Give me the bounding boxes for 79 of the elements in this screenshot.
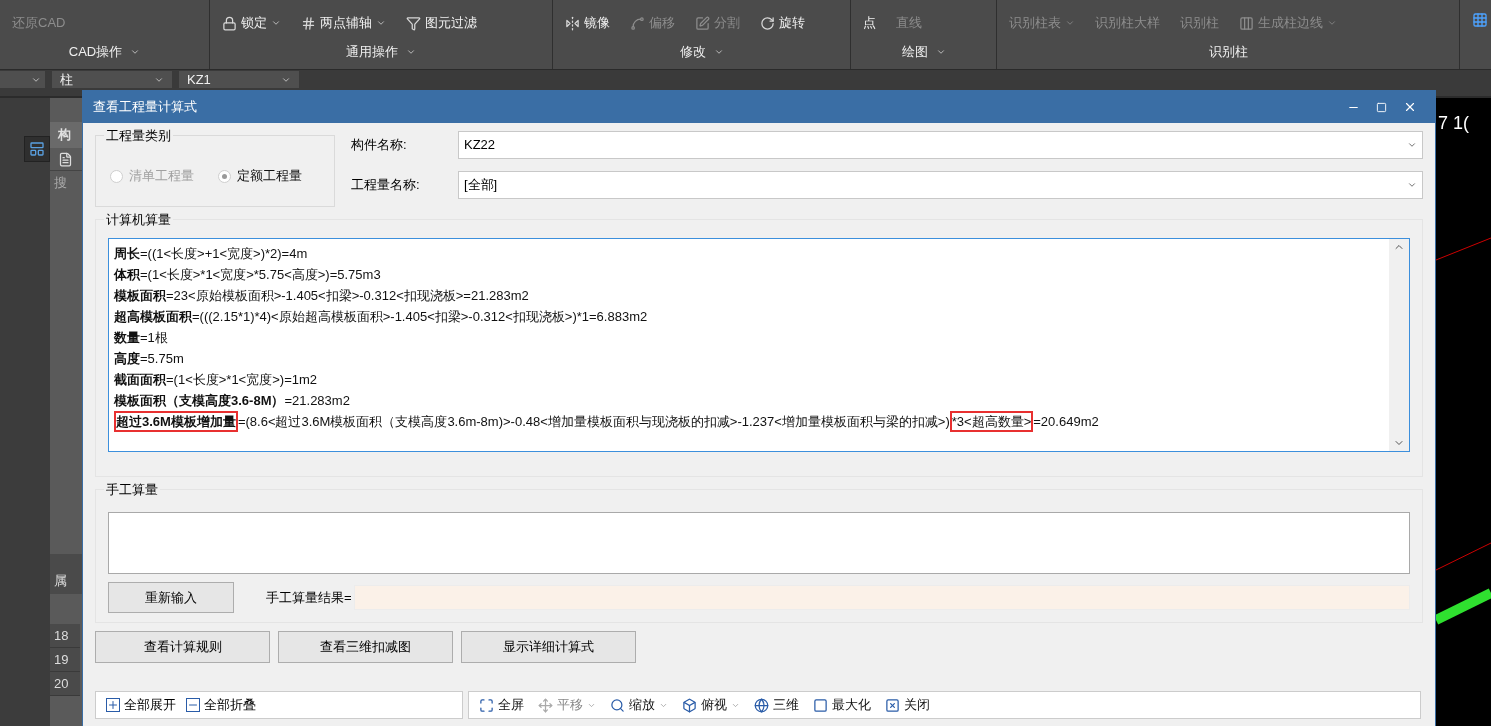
caret-icon [1407,140,1417,150]
ribbon-group-label[interactable]: CAD操作 [68,41,141,62]
view-tool-button[interactable]: 缩放 [610,695,668,715]
row-number: 19 [50,648,80,672]
window-icon [29,141,45,157]
ribbon-button[interactable]: 图元过滤 [406,13,477,33]
formula-line: 体积=(1<长度>*1<宽度>*5.75<高度>)=5.75m3 [114,265,382,284]
row-number: 18 [50,624,80,648]
view-tool-button[interactable]: 三维 [754,695,799,715]
select-field[interactable]: KZ22 [458,131,1423,159]
scrollbar[interactable] [1389,239,1409,451]
ribbon-group-label[interactable]: 修改 [679,41,724,62]
formula-line: 周长=((1<长度>+1<宽度>)*2)=4m [114,244,309,263]
caret-icon [271,18,281,28]
tool-icon [695,15,710,31]
view-tool-button[interactable]: 最大化 [813,695,871,715]
tool-icon [406,15,421,31]
row-number: 20 [50,672,80,696]
field-label: 构件名称: [351,136,408,155]
ribbon-group-label[interactable]: 绘图 [901,41,946,62]
caret-icon [376,18,386,28]
field-label: 工程量名称: [351,176,421,195]
panel-button[interactable] [24,136,50,162]
ribbon-button[interactable]: 锁定 [222,13,281,33]
grid-icon[interactable] [1472,12,1488,28]
tool-icon [1239,15,1254,31]
close-icon[interactable] [1403,100,1417,114]
collapse-icon [186,698,200,712]
tool-icon [760,15,775,31]
panel-header: 属 [50,554,82,594]
ribbon-group-label[interactable]: 通用操作 [346,41,416,62]
maximize-icon[interactable] [1376,101,1387,113]
tool-icon [682,697,697,713]
tool-icon [301,15,316,31]
canvas-label: 7 1( [1438,112,1470,135]
action-button[interactable]: 查看三维扣减图 [278,631,453,663]
window-title: 查看工程量计算式 [93,98,198,117]
ribbon-group-label[interactable]: 识别柱 [1208,41,1248,62]
caret-icon [1327,18,1337,28]
radio-button[interactable] [218,169,231,183]
field-label: 手工算量结果= [266,588,352,607]
document-icon [58,151,73,167]
dropdown[interactable]: 柱 [52,71,172,88]
ribbon-button[interactable]: 旋转 [760,13,805,33]
caret-icon [1407,180,1417,190]
view-tool-button[interactable]: 全屏 [479,695,524,715]
formula-line: 超高模板面积=(((2.15*1)*4)<原始超高模板面积>-1.405<扣梁>-0.312<扣现浇板>)*1=6.883m2 [114,307,649,326]
tree-tool-button[interactable]: 全部折叠 [186,695,256,715]
tool-icon [565,15,580,31]
view-tool-button[interactable]: 俯视 [682,695,740,715]
view-tool-button[interactable]: 关闭 [885,695,930,715]
caret-icon [1065,18,1075,28]
tool-icon [885,697,900,713]
radio-option[interactable]: 定额工程量 [218,166,302,186]
expand-icon [106,698,120,712]
formula-line: 截面面积=(1<长度>*1<宽度>)=1m2 [114,370,319,389]
ribbon-button[interactable]: 两点辅轴 [301,13,386,33]
formula-line: 模板面积=23<原始模板面积>-1.405<扣梁>-0.312<扣现浇板>=21.283m2 [114,286,530,305]
tool-icon [538,697,553,713]
formula-line: 超过3.6M模板增加量=(8.6<超过3.6M模板面积（支模高度3.6m-8m)>-0.48<增加量模板面积与现浇板的扣减>-1.237<增加量模板面积与梁的扣减>)*3<超高数量>=20.649m2 [114,411,1389,432]
formula-line: 数量=1根 [114,328,169,347]
tool-icon [813,697,828,713]
reset-button[interactable]: 重新输入 [108,582,234,613]
tool-icon [754,697,769,713]
select-field[interactable]: [全部] [458,171,1423,199]
manual-text-area[interactable] [108,512,1410,574]
tool-icon [479,697,494,713]
tool-icon [610,697,625,713]
ribbon-button[interactable]: 镜像 [565,13,610,33]
formula-line: 高度=5.75m [114,349,185,368]
ribbon-button[interactable]: 点 [863,13,876,33]
tree-tool-button[interactable]: 全部展开 [106,695,176,715]
panel-tab[interactable]: 构 [50,122,82,148]
action-button[interactable]: 查看计算规则 [95,631,270,663]
tool-icon [222,15,237,31]
formula-line: 模板面积（支模高度3.6-8M）=21.283m2 [114,391,351,410]
tool-icon [630,15,645,31]
action-button[interactable]: 显示详细计算式 [461,631,636,663]
dropdown[interactable]: KZ1 [179,71,299,88]
